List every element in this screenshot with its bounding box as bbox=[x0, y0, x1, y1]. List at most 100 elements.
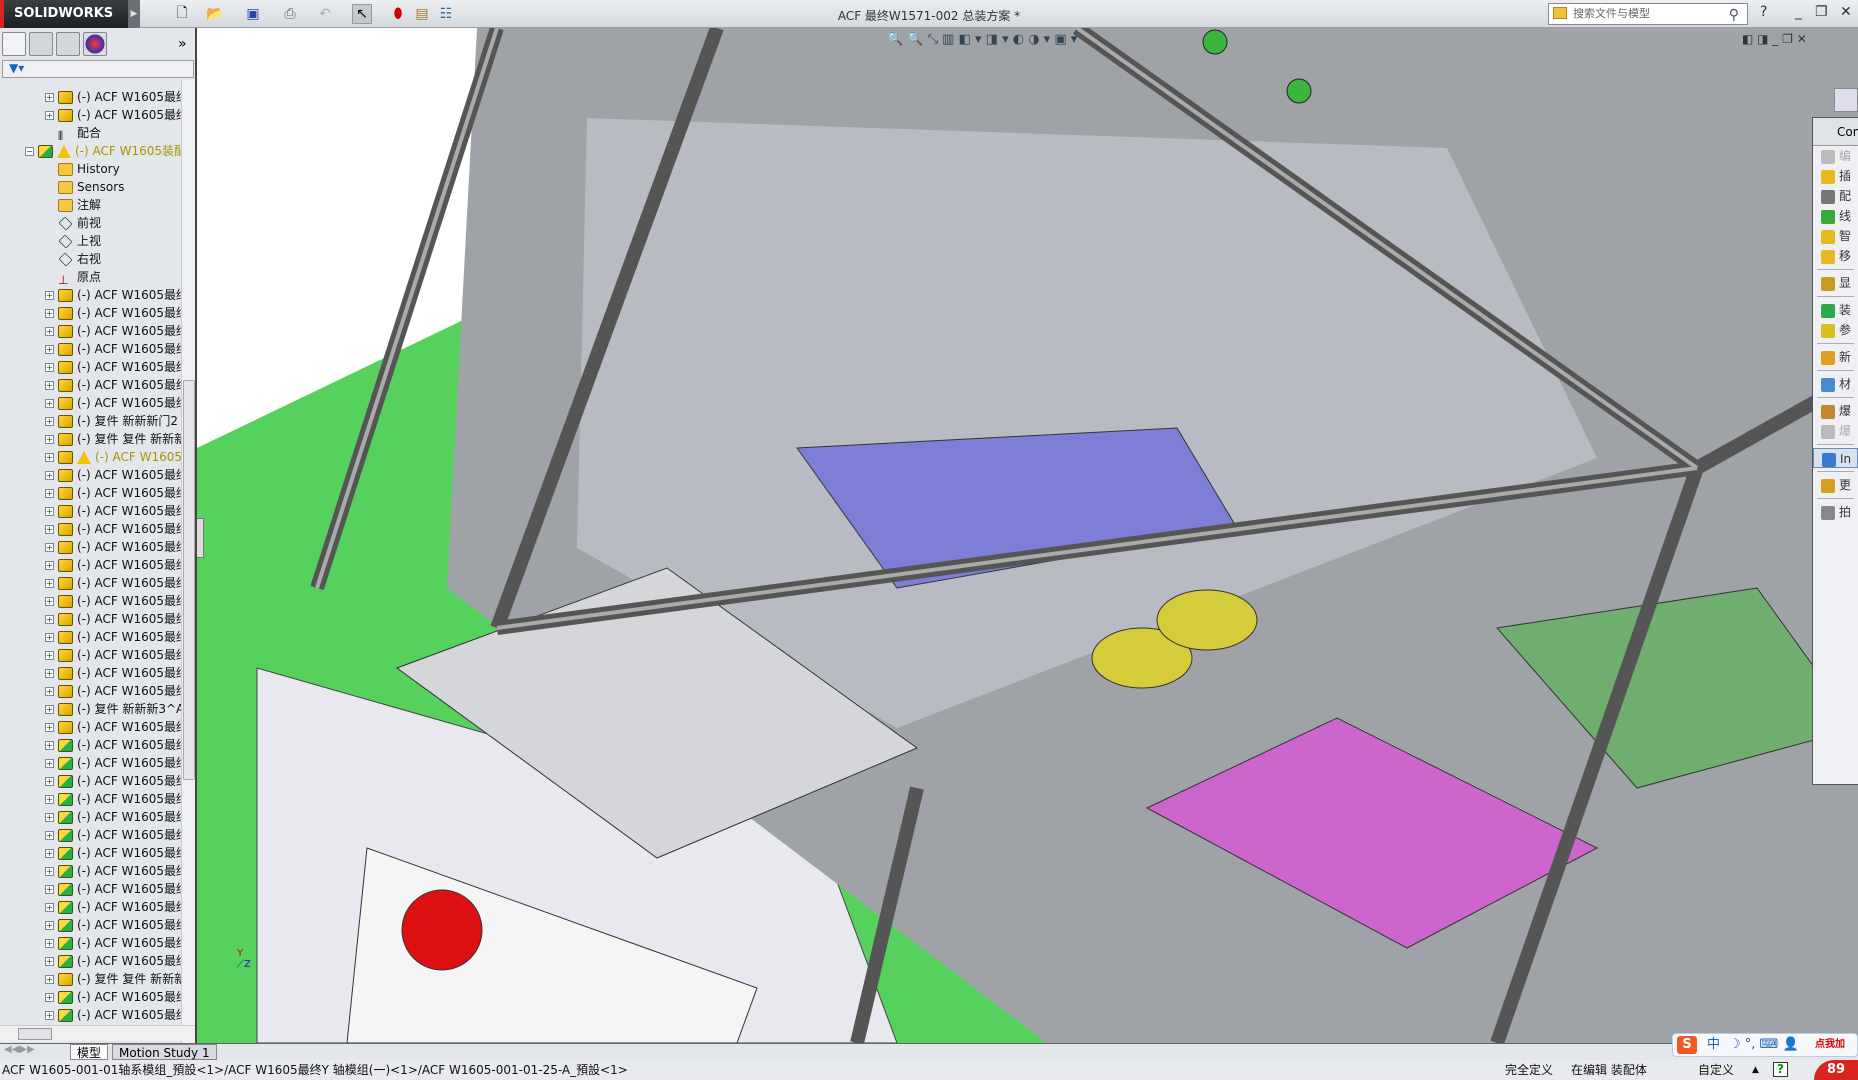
expand-tabs-icon[interactable]: » bbox=[178, 36, 187, 52]
tree-item[interactable]: + (-) ACF W1605最终 bbox=[45, 682, 181, 700]
tree-item[interactable]: + (-) ACF W1605最终 bbox=[45, 736, 181, 754]
flyout-menu-item[interactable]: 爆 bbox=[1813, 401, 1858, 421]
tree-item[interactable]: + (-) ACF W1605最终 bbox=[45, 340, 181, 358]
flyout-menu-item[interactable]: 配 bbox=[1813, 186, 1858, 206]
flyout-menu-item[interactable]: 装 bbox=[1813, 300, 1858, 320]
tree-item[interactable]: History bbox=[45, 160, 120, 178]
ime-moon-icon[interactable]: ☽ °, ⌨ 👤 bbox=[1729, 1034, 1799, 1056]
ime-toolbar[interactable]: S 中 ☽ °, ⌨ 👤 点我加 bbox=[1672, 1033, 1858, 1057]
tree-item[interactable]: 右视 bbox=[45, 250, 101, 268]
expand-icon[interactable]: + bbox=[45, 849, 54, 858]
tree-item[interactable]: + (-) ACF W1605最终 bbox=[45, 898, 181, 916]
flyout-menu-item[interactable]: 材 bbox=[1813, 374, 1858, 394]
expand-icon[interactable]: + bbox=[45, 579, 54, 588]
flyout-menu-item[interactable]: 移 bbox=[1813, 246, 1858, 266]
tree-item[interactable]: + (-) ACF W1605最终 bbox=[45, 484, 181, 502]
tree-item[interactable]: + (-) ACF W1605最终 bbox=[45, 664, 181, 682]
tree-item[interactable]: 注解 bbox=[45, 196, 101, 214]
ime-promo[interactable]: 点我加 bbox=[1815, 1034, 1845, 1056]
expand-icon[interactable]: + bbox=[45, 489, 54, 498]
flyout-menu-item[interactable]: 拍 bbox=[1813, 502, 1858, 522]
expand-icon[interactable]: + bbox=[45, 435, 54, 444]
tree-item[interactable]: + (-) ACF W1605最终 bbox=[45, 988, 181, 1006]
expand-icon[interactable]: + bbox=[45, 345, 54, 354]
tree-item[interactable]: + (-) ACF W1605最终 bbox=[45, 520, 181, 538]
search-input[interactable]: 搜索文件与模型 ⚲ bbox=[1548, 3, 1748, 25]
tab-propertymanager[interactable] bbox=[29, 32, 53, 56]
tree-item[interactable]: + (-) ACF W1605最终 bbox=[45, 556, 181, 574]
flyout-menu-item[interactable]: 线 bbox=[1813, 206, 1858, 226]
tree-item[interactable]: ⫴ 配合 bbox=[45, 124, 101, 143]
expand-icon[interactable]: + bbox=[45, 363, 54, 372]
tree-item[interactable]: + (-) ACF W1605最终 bbox=[45, 916, 181, 934]
tree-item[interactable]: + (-) ACF W1605最终 bbox=[45, 592, 181, 610]
tree-item[interactable]: + (-) ACF W1605最终 bbox=[45, 538, 181, 556]
flyout-menu-item[interactable]: 智 bbox=[1813, 226, 1858, 246]
units-up-arrow-icon[interactable]: ▲ bbox=[1752, 1060, 1759, 1080]
expand-icon[interactable]: + bbox=[45, 399, 54, 408]
search-icon[interactable]: ⚲ bbox=[1729, 5, 1739, 25]
tree-item[interactable]: + (-) ACF W1605最终 bbox=[45, 880, 181, 898]
tree-item[interactable]: 上视 bbox=[45, 232, 101, 250]
expand-icon[interactable]: + bbox=[45, 327, 54, 336]
expand-icon[interactable]: + bbox=[45, 111, 54, 120]
tab-motion-study-1[interactable]: Motion Study 1 bbox=[112, 1044, 217, 1060]
tree-item[interactable]: + (-) ACF W1605最终 bbox=[45, 862, 181, 880]
expand-icon[interactable]: + bbox=[45, 507, 54, 516]
tree-item[interactable]: + (-) ACF W1605最终 bbox=[45, 790, 181, 808]
expand-icon[interactable]: + bbox=[45, 93, 54, 102]
expand-icon[interactable]: + bbox=[45, 615, 54, 624]
flyout-menu-item[interactable]: 更 bbox=[1813, 475, 1858, 495]
tree-item[interactable]: + (-) ACF W1605最终 bbox=[45, 394, 181, 412]
flyout-menu-item[interactable]: 新 bbox=[1813, 347, 1858, 367]
tree-item[interactable]: + (-) ACF W1605最终 bbox=[45, 952, 181, 970]
tree-item[interactable]: + (-) ACF W1605最终 bbox=[45, 286, 181, 304]
expand-icon[interactable]: + bbox=[45, 705, 54, 714]
expand-icon[interactable]: + bbox=[45, 669, 54, 678]
tree-item[interactable]: + (-) ACF W1605最终 bbox=[45, 304, 181, 322]
graphics-area-3d-model[interactable]: 🔍 🔍 ⤡ ▥ ◧ ▾ ◨ ▾ ◐ ◑ ▾ ▣ ▾ ◧ ◨ _ ❐ ✕ Y ⟋Z bbox=[197, 28, 1858, 1043]
flyout-menu-item[interactable]: 显 bbox=[1813, 273, 1858, 293]
expand-icon[interactable]: + bbox=[45, 957, 54, 966]
expand-icon[interactable]: + bbox=[45, 309, 54, 318]
close-icon[interactable]: ✕ bbox=[1840, 4, 1852, 20]
tree-item[interactable]: − (-) ACF W1605装配 bbox=[25, 142, 181, 160]
tree-item[interactable]: + (-) ACF W1605最终 bbox=[45, 610, 181, 628]
expand-icon[interactable]: + bbox=[45, 903, 54, 912]
tree-item[interactable]: + (-) ACF W1605最终 bbox=[45, 934, 181, 952]
expand-icon[interactable]: + bbox=[45, 1011, 54, 1020]
tab-appearance[interactable] bbox=[83, 32, 107, 56]
expand-icon[interactable]: + bbox=[45, 597, 54, 606]
tab-configurationmanager[interactable] bbox=[56, 32, 80, 56]
expand-icon[interactable]: + bbox=[45, 471, 54, 480]
tab-scroll-arrows[interactable]: ◀◀▶▶ bbox=[4, 1044, 35, 1055]
expand-icon[interactable]: + bbox=[45, 831, 54, 840]
tree-horizontal-scrollbar[interactable] bbox=[0, 1025, 195, 1041]
tab-model[interactable]: 模型 bbox=[70, 1044, 109, 1060]
expand-icon[interactable]: + bbox=[45, 453, 54, 462]
expand-icon[interactable]: + bbox=[45, 885, 54, 894]
viewport-window-controls[interactable]: ◧ ◨ _ ❐ ✕ bbox=[1742, 32, 1807, 46]
expand-icon[interactable]: + bbox=[45, 561, 54, 570]
tree-item[interactable]: + (-) ACF W1605最终 bbox=[45, 646, 181, 664]
tab-featuremanager[interactable] bbox=[2, 32, 26, 56]
tree-item[interactable]: + (-) ACF W1605最终 bbox=[45, 358, 181, 376]
tree-item[interactable]: + (-) ACF W1605最终 bbox=[45, 844, 181, 862]
flyout-menu-item[interactable]: 参 bbox=[1813, 320, 1858, 340]
help-button[interactable]: ? bbox=[1773, 1062, 1788, 1077]
tree-item[interactable]: 前视 bbox=[45, 214, 101, 232]
tree-item[interactable]: + (-) ACF W1605最终 bbox=[45, 106, 181, 124]
expand-icon[interactable]: + bbox=[45, 651, 54, 660]
flyout-menu-item[interactable]: 插 bbox=[1813, 166, 1858, 186]
expand-icon[interactable]: + bbox=[45, 633, 54, 642]
status-units[interactable]: 自定义 bbox=[1698, 1060, 1734, 1080]
expand-icon[interactable]: + bbox=[45, 939, 54, 948]
tree-item[interactable]: + (-) ACF W1605最终 bbox=[45, 718, 181, 736]
expand-icon[interactable]: + bbox=[45, 741, 54, 750]
tree-item[interactable]: + (-) ACF W1605最终 bbox=[45, 88, 181, 106]
expand-icon[interactable]: + bbox=[45, 687, 54, 696]
tree-item[interactable]: + (-) ACF W1605最终 bbox=[45, 466, 181, 484]
tree-vertical-scrollbar[interactable] bbox=[181, 80, 195, 1050]
tree-item[interactable]: + (-) ACF W1605最终 bbox=[45, 502, 181, 520]
tree-item[interactable]: Sensors bbox=[45, 178, 124, 196]
